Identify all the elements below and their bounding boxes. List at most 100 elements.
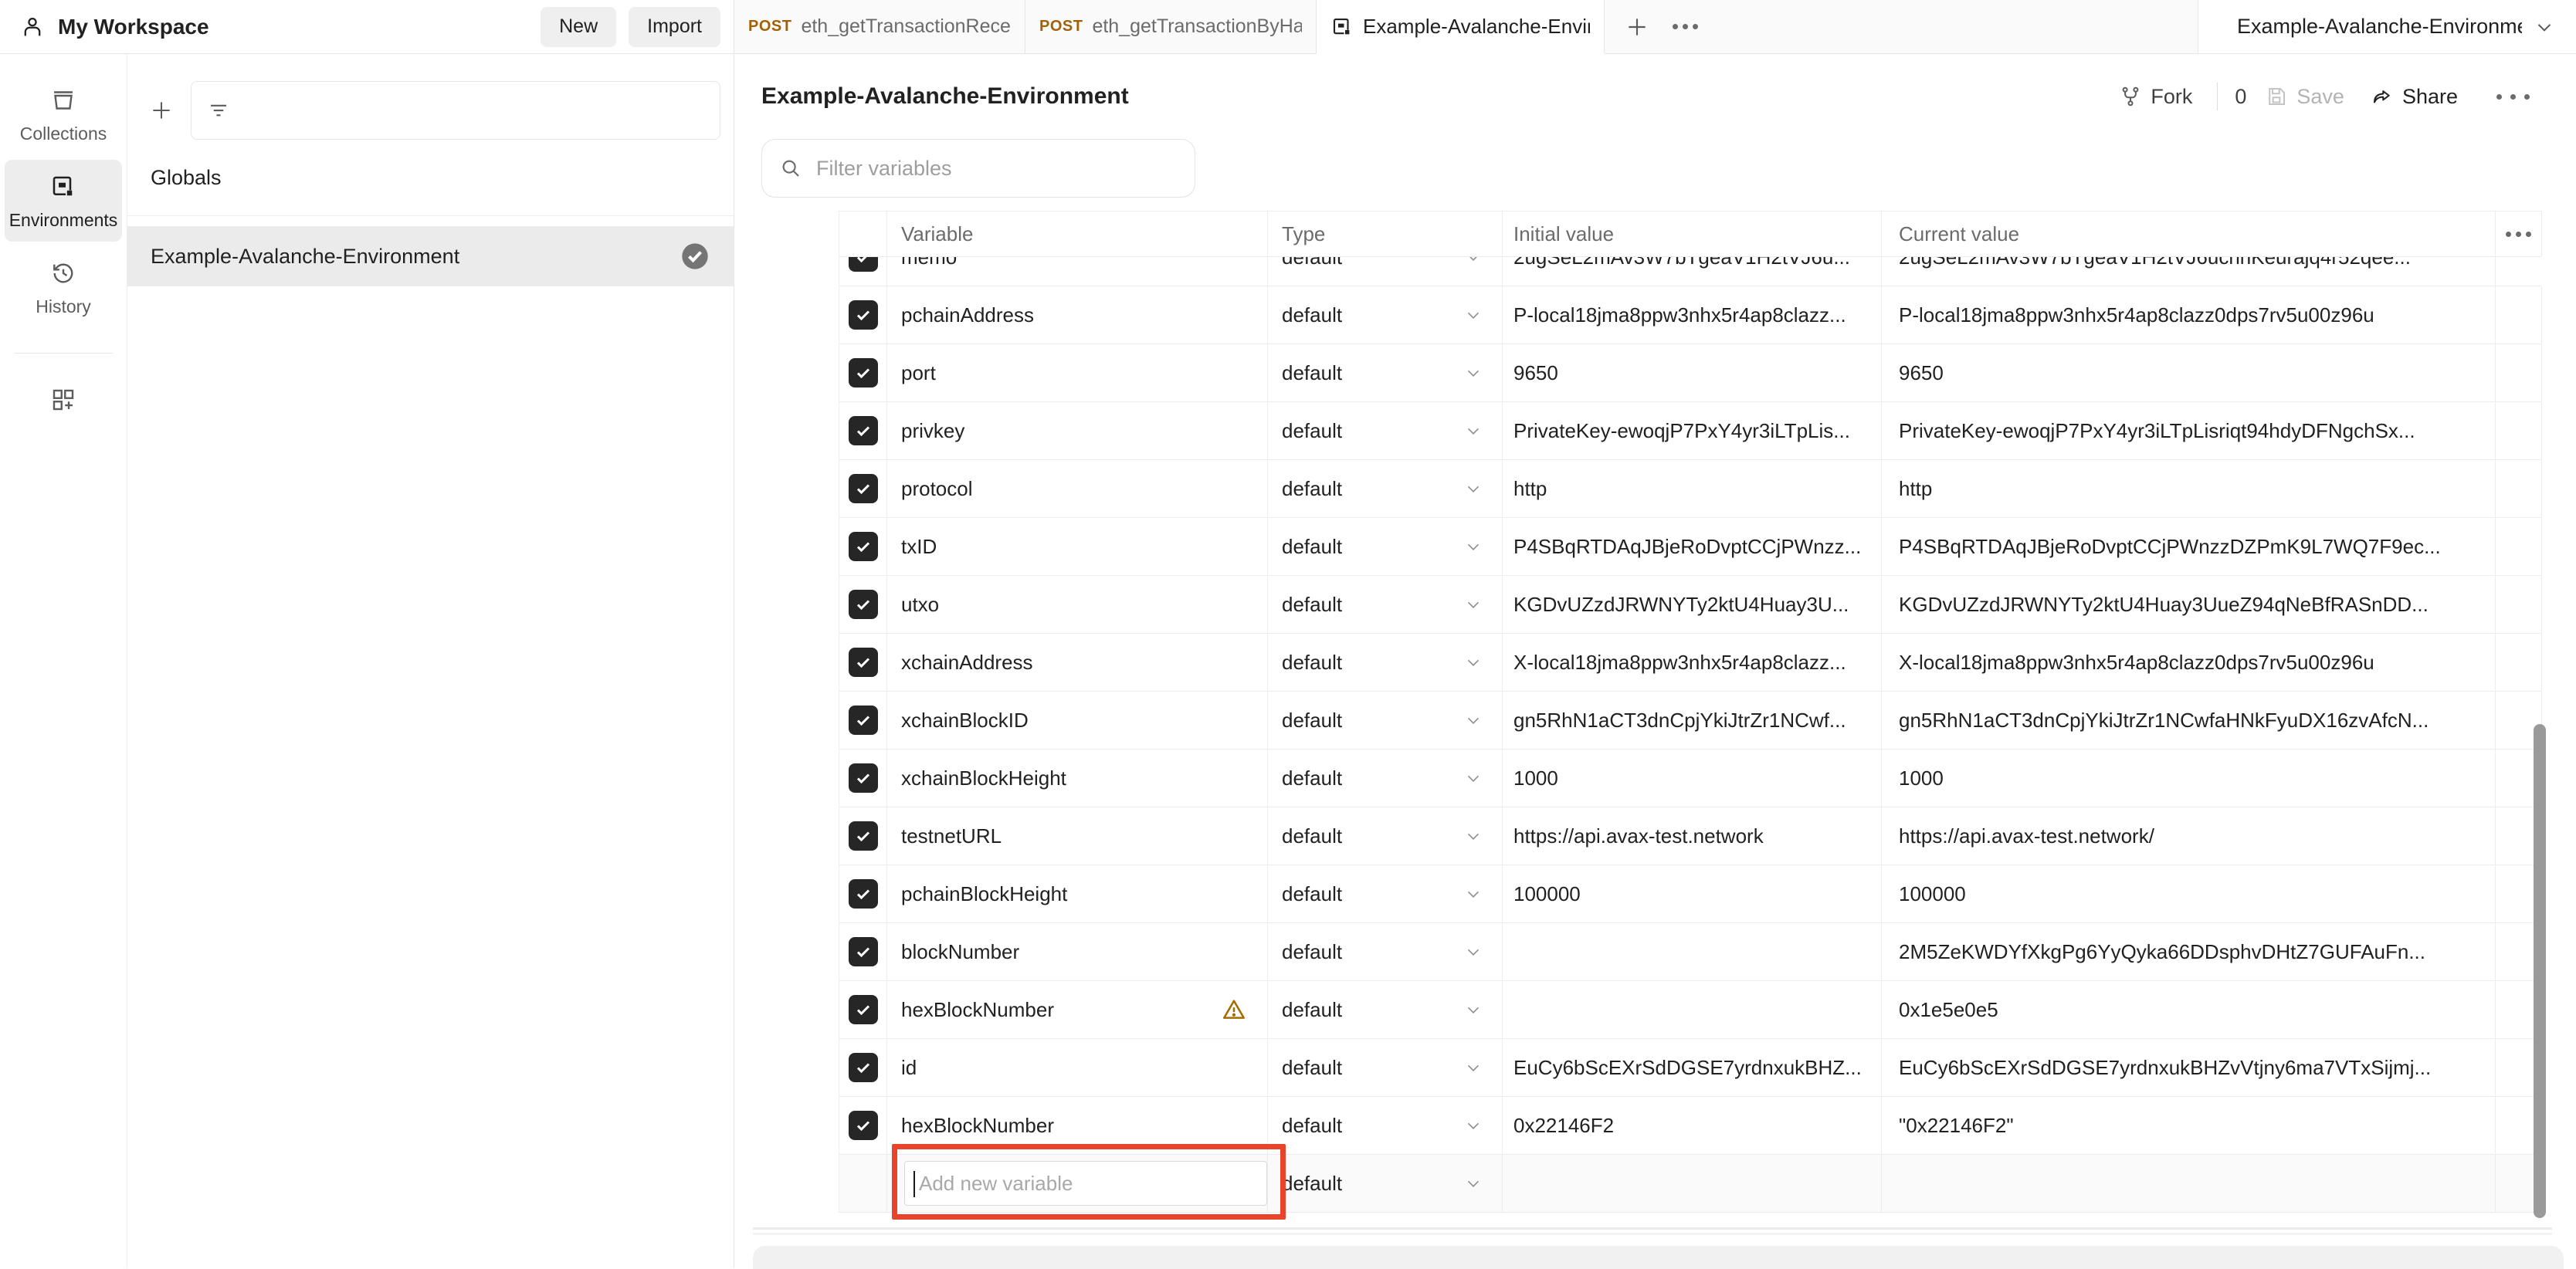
current-value-cell[interactable]	[1882, 1155, 2496, 1212]
type-select[interactable]: default	[1268, 750, 1503, 807]
type-select[interactable]: default	[1268, 1039, 1503, 1096]
console-drawer-bar[interactable]	[753, 1246, 2564, 1269]
column-options-icon[interactable]	[2506, 232, 2531, 237]
initial-value-cell[interactable]	[1503, 923, 1882, 980]
type-select[interactable]: default	[1268, 634, 1503, 691]
new-button[interactable]: New	[541, 7, 616, 47]
add-new-variable-input[interactable]	[904, 1161, 1267, 1206]
type-select[interactable]: default	[1268, 344, 1503, 401]
fork-count[interactable]: 0	[2235, 85, 2246, 109]
current-value-cell[interactable]: 2M5ZeKWDYfXkgPg6YyQyka66DDsphvDHtZ7GUFAu…	[1882, 923, 2496, 980]
variable-name[interactable]: blockNumber	[901, 940, 1019, 964]
row-checkbox[interactable]	[849, 474, 878, 503]
type-select[interactable]: default	[1268, 257, 1503, 286]
share-button[interactable]: Share	[2363, 85, 2466, 109]
row-checkbox[interactable]	[849, 300, 878, 330]
initial-value-cell[interactable]: P4SBqRTDAqJBjeRoDvptCCjPWnzz...	[1503, 518, 1882, 575]
initial-value-cell[interactable]	[1503, 1155, 1882, 1212]
current-value-cell[interactable]: X-local18jma8ppw3nhx5r4ap8clazz0dps7rv5u…	[1882, 634, 2496, 691]
row-checkbox[interactable]	[849, 257, 878, 272]
environment-selector[interactable]: Example-Avalanche-Environme	[2198, 0, 2576, 53]
more-options-icon[interactable]	[2489, 94, 2537, 100]
type-select[interactable]: default	[1268, 518, 1503, 575]
row-checkbox[interactable]	[849, 763, 878, 793]
more-tabs-icon[interactable]	[1673, 24, 1698, 29]
variable-name[interactable]: pchainAddress	[901, 303, 1034, 327]
save-button[interactable]: Save	[2257, 85, 2352, 109]
vertical-scrollbar-thumb[interactable]	[2534, 724, 2546, 1218]
import-button[interactable]: Import	[629, 7, 720, 47]
sidebar-item-environment[interactable]: Example-Avalanche-Environment	[127, 226, 734, 286]
variable-name[interactable]: xchainBlockHeight	[901, 766, 1066, 790]
initial-value-cell[interactable]: 2ugSeL2mAv3W7bTgeaV1H2tVJ6u...	[1503, 257, 1882, 286]
tab-request-1[interactable]: POST eth_getTransactionRece	[734, 0, 1025, 53]
variable-name[interactable]: xchainAddress	[901, 651, 1033, 675]
variable-name[interactable]: privkey	[901, 419, 964, 443]
current-value-cell[interactable]: gn5RhN1aCT3dnCpjYkiJtrZr1NCwfaHNkFyuDX16…	[1882, 692, 2496, 749]
current-value-cell[interactable]: 9650	[1882, 344, 2496, 401]
active-environment-check-icon[interactable]	[680, 241, 710, 272]
fork-button[interactable]: Fork	[2111, 85, 2200, 109]
row-checkbox[interactable]	[849, 416, 878, 445]
tab-environment-active[interactable]: Example-Avalanche-Envir	[1317, 0, 1605, 53]
row-checkbox[interactable]	[849, 821, 878, 851]
type-select[interactable]: default	[1268, 576, 1503, 633]
initial-value-cell[interactable]: 100000	[1503, 865, 1882, 922]
variable-name[interactable]: xchainBlockID	[901, 709, 1029, 733]
type-select[interactable]: default	[1268, 1155, 1503, 1212]
initial-value-cell[interactable]: KGDvUZzdJRWNYTy2ktU4Huay3U...	[1503, 576, 1882, 633]
tab-request-2[interactable]: POST eth_getTransactionByHa	[1025, 0, 1317, 53]
row-checkbox[interactable]	[849, 1111, 878, 1140]
initial-value-cell[interactable]: gn5RhN1aCT3dnCpjYkiJtrZr1NCwf...	[1503, 692, 1882, 749]
configure-blocks-icon[interactable]	[49, 386, 77, 414]
current-value-cell[interactable]: https://api.avax-test.network/	[1882, 807, 2496, 865]
type-select[interactable]: default	[1268, 807, 1503, 865]
type-select[interactable]: default	[1268, 981, 1503, 1038]
initial-value-cell[interactable]: 0x22146F2	[1503, 1097, 1882, 1154]
current-value-cell[interactable]: P-local18jma8ppw3nhx5r4ap8clazz0dps7rv5u…	[1882, 286, 2496, 343]
variables-filter-box[interactable]	[761, 139, 1195, 198]
initial-value-cell[interactable]: EuCy6bScEXrSdDGSE7yrdnxukBHZ...	[1503, 1039, 1882, 1096]
horizontal-scrollbar-track[interactable]	[753, 1227, 2552, 1230]
variable-name[interactable]: id	[901, 1056, 917, 1080]
warning-icon[interactable]	[1221, 997, 1247, 1023]
type-select[interactable]: default	[1268, 865, 1503, 922]
type-select[interactable]: default	[1268, 402, 1503, 459]
current-value-cell[interactable]: 2ugSeL2mAv3W7bTgeaV1H2tVJ6uchhKeurajq4r5…	[1882, 257, 2496, 286]
initial-value-cell[interactable]: 9650	[1503, 344, 1882, 401]
variable-name[interactable]: protocol	[901, 477, 973, 501]
type-select[interactable]: default	[1268, 460, 1503, 517]
variable-name[interactable]: utxo	[901, 593, 939, 617]
current-value-cell[interactable]: 0x1e5e0e5	[1882, 981, 2496, 1038]
row-checkbox[interactable]	[849, 995, 878, 1024]
row-checkbox[interactable]	[849, 590, 878, 619]
variable-name[interactable]: testnetURL	[901, 824, 1002, 848]
sidebar-filter-input[interactable]	[241, 98, 704, 124]
initial-value-cell[interactable]: http	[1503, 460, 1882, 517]
current-value-cell[interactable]: EuCy6bScEXrSdDGSE7yrdnxukBHZvVtjny6ma7VT…	[1882, 1039, 2496, 1096]
row-checkbox[interactable]	[849, 1053, 878, 1082]
sidebar-item-environments[interactable]: Environments	[5, 160, 122, 242]
sidebar-item-collections[interactable]: Collections	[5, 73, 122, 155]
variable-name[interactable]: port	[901, 361, 936, 385]
sidebar-item-globals[interactable]: Globals	[127, 147, 734, 208]
row-checkbox[interactable]	[849, 879, 878, 909]
initial-value-cell[interactable]: P-local18jma8ppw3nhx5r4ap8clazz...	[1503, 286, 1882, 343]
type-select[interactable]: default	[1268, 1097, 1503, 1154]
workspace-title[interactable]: My Workspace	[58, 15, 209, 39]
row-checkbox[interactable]	[849, 648, 878, 677]
add-tab-icon[interactable]	[1625, 15, 1649, 39]
current-value-cell[interactable]: KGDvUZzdJRWNYTy2ktU4Huay3UueZ94qNeBfRASn…	[1882, 576, 2496, 633]
initial-value-cell[interactable]: X-local18jma8ppw3nhx5r4ap8clazz...	[1503, 634, 1882, 691]
type-select[interactable]: default	[1268, 923, 1503, 980]
variable-name[interactable]: hexBlockNumber	[901, 998, 1054, 1022]
add-environment-icon[interactable]	[149, 98, 174, 123]
current-value-cell[interactable]: 100000	[1882, 865, 2496, 922]
initial-value-cell[interactable]: https://api.avax-test.network	[1503, 807, 1882, 865]
type-select[interactable]: default	[1268, 692, 1503, 749]
sidebar-filter-box[interactable]	[191, 81, 720, 140]
initial-value-cell[interactable]	[1503, 981, 1882, 1038]
variable-name[interactable]: pchainBlockHeight	[901, 882, 1067, 906]
current-value-cell[interactable]: http	[1882, 460, 2496, 517]
row-checkbox[interactable]	[849, 937, 878, 966]
